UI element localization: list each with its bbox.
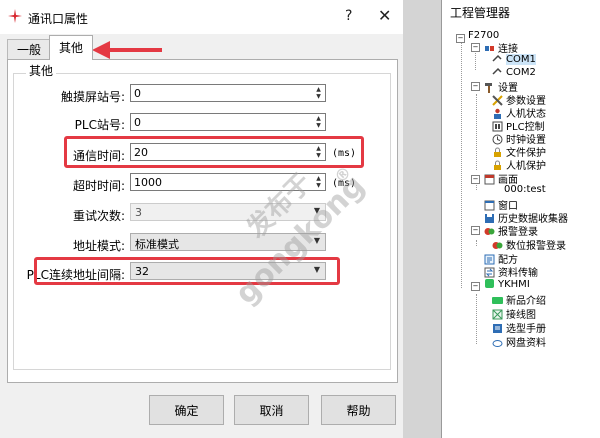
dialog-title: 通讯口属性 [28, 12, 89, 26]
tree-item-new-product[interactable]: 新品介绍 [492, 292, 546, 307]
project-manager-title: 工程管理器 [450, 6, 511, 20]
retry-select: 3 ▼ [130, 203, 326, 221]
group-title: 其他 [26, 62, 57, 79]
plc-station-spinbox[interactable]: 0 ▲ ▼ [130, 113, 326, 131]
address-mode-label: 地址模式: [72, 239, 125, 253]
timeout-unit: (ms) [332, 178, 357, 189]
tree-item-hmi-status[interactable]: 人机状态 [492, 105, 546, 120]
retry-value: 3 [135, 206, 142, 219]
comm-time-highlight [64, 136, 364, 168]
ok-button[interactable]: 确定 [149, 395, 224, 425]
chevron-down-icon[interactable]: ▼ [314, 236, 320, 245]
plc-interval-highlight [34, 257, 340, 285]
tree-item-ykhmi[interactable]: YKHMI [484, 278, 530, 292]
timeout-spinbox[interactable]: 1000 ▲ ▼ [130, 173, 326, 191]
spin-down-icon[interactable]: ▼ [313, 93, 324, 100]
tree-item-clock[interactable]: 时钟设置 [492, 131, 546, 146]
port-icon [492, 67, 502, 75]
collapse-icon[interactable]: − [471, 175, 480, 184]
tree-item-file-protect[interactable]: 文件保护 [492, 144, 546, 159]
alarm-icon [492, 242, 503, 249]
tree-item-screens[interactable]: 画面 [484, 171, 518, 186]
tree-item-settings[interactable]: 设置 [484, 79, 518, 94]
tree-item-label: COM2 [506, 67, 536, 78]
spin-up-icon[interactable]: ▲ [313, 175, 324, 182]
tree-item-wiring[interactable]: 接线图 [492, 306, 536, 321]
spin-up-icon[interactable]: ▲ [313, 86, 324, 93]
touch-station-spinbox[interactable]: 0 ▲ ▼ [130, 84, 326, 102]
tree-item-screen-000[interactable]: 000:test [504, 184, 546, 198]
port-icon [492, 54, 502, 62]
tab-general[interactable]: 一般 [7, 39, 51, 60]
tree-item-plc-control[interactable]: PLC控制 [492, 118, 545, 133]
red-arrow-annotation [92, 41, 162, 59]
tree-line [476, 240, 477, 246]
tab-other[interactable]: 其他 [49, 35, 93, 60]
manual-icon [493, 324, 502, 333]
title-bar: 通讯口属性 ? ✕ [0, 0, 403, 34]
tree-item-com1[interactable]: COM1 [492, 53, 536, 67]
tree-item-netdisk[interactable]: 网盘资料 [492, 334, 546, 349]
timeout-value: 1000 [134, 176, 162, 189]
plc-station-label: PLC站号: [74, 118, 125, 132]
comm-port-properties-dialog: 通讯口属性 ? ✕ 一般 其他 其他 触摸屏站号: 0 ▲ ▼ PLC站号: 0 … [0, 0, 403, 438]
timeout-label: 超时时间: [72, 179, 125, 193]
cancel-button[interactable]: 取消 [234, 395, 309, 425]
workspace-gap [403, 0, 441, 438]
chevron-down-icon: ▼ [313, 206, 320, 215]
spin-down-icon[interactable]: ▼ [313, 122, 324, 129]
collapse-icon[interactable]: − [471, 226, 480, 235]
collapse-icon[interactable]: − [471, 43, 480, 52]
spin-up-icon[interactable]: ▲ [313, 115, 324, 122]
tree-item-alarm[interactable]: 报警登录 [484, 223, 538, 238]
tree-item-label: 网盘资料 [506, 338, 546, 349]
collapse-icon[interactable]: − [471, 282, 480, 291]
plc-station-value: 0 [134, 116, 141, 129]
tree-item-digital-alarm[interactable]: 数位报警登录 [492, 237, 566, 252]
cloud-icon [492, 340, 503, 347]
touch-station-label: 触摸屏站号: [60, 90, 125, 104]
tree-line [461, 38, 462, 288]
app-logo-icon [8, 9, 22, 23]
address-mode-value: 标准模式 [135, 238, 179, 251]
tree-item-connect[interactable]: 连接 [484, 40, 518, 55]
tree-item-history[interactable]: 历史数据收集器 [484, 210, 568, 225]
collapse-icon[interactable]: − [471, 82, 480, 91]
new-badge-icon [492, 297, 503, 304]
screen-icon [484, 174, 495, 185]
alarm-icon [484, 228, 495, 235]
lock-icon [494, 160, 501, 170]
tree-item-window[interactable]: 窗口 [484, 197, 518, 212]
spin-down-icon[interactable]: ▼ [313, 182, 324, 189]
collapse-icon[interactable]: − [456, 34, 465, 43]
wiring-icon [492, 309, 503, 320]
tree-item-label: YKHMI [498, 279, 530, 290]
tree-line [476, 294, 477, 344]
tree-item-label: COM1 [506, 54, 536, 65]
help-title-button[interactable]: ? [345, 8, 352, 24]
tree-item-label: 000:test [504, 184, 546, 195]
ykhmi-icon [485, 279, 494, 288]
close-button[interactable]: ✕ [378, 6, 391, 25]
tree-line [475, 50, 476, 70]
tree-item-transfer[interactable]: 资料传输 [484, 264, 538, 279]
retry-label: 重试次数: [72, 209, 125, 223]
touch-station-value: 0 [134, 87, 141, 100]
tree-item-recipe[interactable]: 配方 [484, 251, 518, 266]
help-button[interactable]: 帮助 [321, 395, 396, 425]
tree-item-params[interactable]: 参数设置 [492, 92, 546, 107]
tree-item-manual[interactable]: 选型手册 [492, 320, 546, 335]
transfer-icon [484, 267, 495, 278]
tree-item-hmi-protect[interactable]: 人机保护 [492, 157, 546, 172]
tree-item-com2[interactable]: COM2 [492, 66, 536, 80]
tree-line [476, 185, 477, 190]
tree-line [476, 94, 477, 170]
address-mode-select[interactable]: 标准模式 ▼ [130, 233, 326, 251]
